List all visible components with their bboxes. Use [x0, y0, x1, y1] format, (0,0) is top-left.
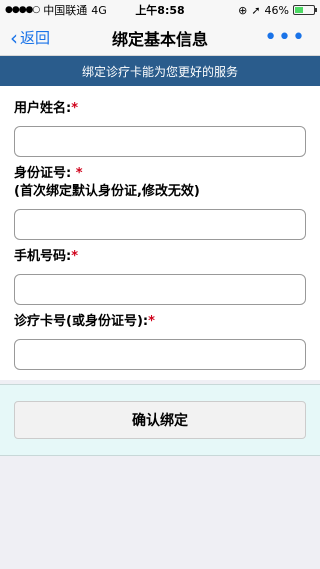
required-mark: * [71, 101, 79, 116]
id-number-input[interactable] [14, 209, 306, 240]
confirm-section: 确认绑定 [0, 384, 320, 456]
required-mark: * [148, 314, 155, 329]
status-bar: ●●●●○ 中国联通 4G 上午8:58 ⊕ ➚ 46% [0, 0, 320, 20]
battery-level-fill [295, 7, 304, 13]
battery-percent: 46% [264, 3, 289, 17]
navigation-bar: ‹ 返回 绑定基本信息 ••• [0, 20, 320, 56]
required-mark: * [75, 166, 83, 181]
back-label: 返回 [20, 29, 51, 47]
name-label: 用户姓名:* [14, 100, 306, 118]
back-button[interactable]: ‹ 返回 [0, 27, 50, 48]
signal-strength-icon: ●●●●○ [5, 5, 40, 15]
phone-input[interactable] [14, 274, 306, 305]
required-mark: * [71, 249, 79, 264]
card-label: 诊疗卡号(或身份证号):* [14, 313, 306, 331]
status-right: ⊕ ➚ 46% [238, 3, 317, 17]
rotation-lock-icon: ⊕ [238, 3, 248, 17]
name-input[interactable] [14, 126, 306, 157]
info-banner: 绑定诊疗卡能为您更好的服务 [0, 56, 320, 86]
id-note-text: (首次绑定默认身份证,修改无效) [14, 184, 200, 199]
banner-text: 绑定诊疗卡能为您更好的服务 [81, 64, 238, 79]
carrier-name: 中国联通 [43, 4, 88, 17]
battery-icon [293, 5, 317, 15]
id-label-text: 身份证号: [14, 166, 76, 181]
card-number-input[interactable] [14, 339, 306, 370]
chevron-left-icon: ‹ [10, 25, 18, 50]
phone-label-text: 手机号码: [14, 249, 72, 264]
phone-label: 手机号码:* [14, 248, 306, 266]
confirm-bind-button[interactable]: 确认绑定 [14, 401, 306, 439]
name-label-text: 用户姓名: [14, 101, 72, 116]
location-arrow-icon: ➚ [251, 3, 261, 17]
more-options-icon[interactable]: ••• [264, 26, 320, 49]
network-type: 4G [91, 3, 107, 17]
binding-form: 用户姓名:* 身份证号: * (首次绑定默认身份证,修改无效) 手机号码:* 诊… [0, 86, 320, 380]
card-label-text: 诊疗卡号(或身份证号): [14, 314, 149, 329]
status-left: ●●●●○ 中国联通 4G [5, 2, 107, 18]
id-label: 身份证号: * (首次绑定默认身份证,修改无效) [14, 165, 306, 201]
